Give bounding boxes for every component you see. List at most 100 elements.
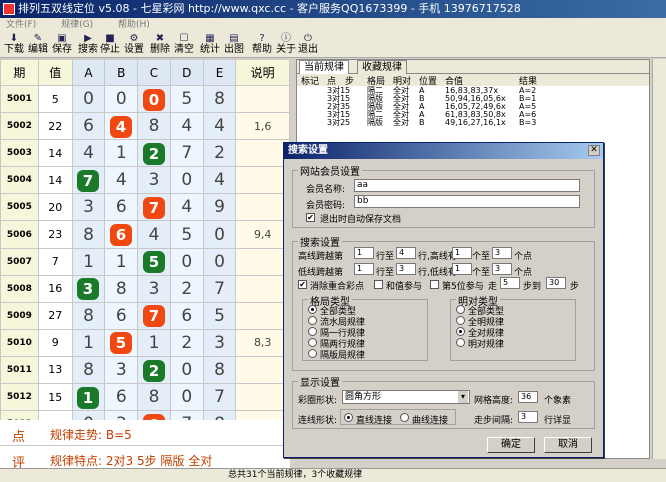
tab-favorite-rules[interactable]: 收藏规律: [357, 60, 407, 74]
digit-cell: 8: [137, 383, 171, 412]
toolbar-settings-button[interactable]: ⚙ 设置: [122, 33, 146, 57]
help-icon: ?: [259, 33, 265, 44]
highlight-ball: 7: [143, 305, 165, 328]
toolbar-chart-button[interactable]: ▤ 出图: [222, 33, 246, 57]
walk-to-label: 步到: [523, 282, 542, 292]
period-cell: 5004: [0, 166, 39, 195]
summary-key: 点: [12, 430, 26, 445]
toolbar-clear-button[interactable]: ☐ 清空: [172, 33, 196, 57]
rule-summary: 点规律走势: B=5 评规律特点: 2对3 5步 隔版 全对: [0, 420, 290, 472]
search-spinner[interactable]: 1: [452, 263, 472, 275]
toolbar-search-button[interactable]: ▶ 搜索: [76, 33, 100, 57]
stats-icon: ▦: [205, 33, 215, 44]
menu-file[interactable]: 文件(F): [6, 18, 36, 32]
close-icon[interactable]: ✕: [588, 145, 600, 156]
sum-label: 和值参与: [386, 282, 423, 292]
digit-cell: 4: [169, 112, 204, 141]
member-password-input[interactable]: bb: [354, 195, 580, 208]
rule-cell: 3对2: [327, 118, 346, 127]
digit-cell: 8: [137, 112, 171, 141]
mingdui-radio[interactable]: [456, 316, 465, 325]
member-name-input[interactable]: aa: [354, 179, 580, 192]
stop-icon: ■: [105, 33, 115, 44]
sum-cell: 7: [37, 247, 73, 276]
chart-icon: ▤: [229, 33, 239, 44]
sum-cell: 9: [37, 328, 73, 357]
save-icon: ▣: [57, 33, 67, 44]
fifth-checkbox[interactable]: [430, 280, 439, 289]
note-cell: 8,3: [235, 328, 290, 357]
menu-help[interactable]: 帮助(H): [118, 18, 150, 32]
geju-radio[interactable]: [308, 338, 317, 347]
toolbar-label: 关于: [276, 44, 296, 55]
digit-cell: 8: [104, 274, 139, 303]
toolbar-save-button[interactable]: ▣ 保存: [50, 33, 74, 57]
geju-radio[interactable]: [308, 327, 317, 336]
search-spinner[interactable]: 1: [452, 247, 472, 259]
highlight-ball: 6: [110, 224, 132, 246]
menu-rules[interactable]: 规律(G): [61, 18, 93, 32]
member-name-label: 会员名称:: [306, 185, 346, 195]
sum-checkbox[interactable]: [374, 280, 383, 289]
mingdui-radio[interactable]: [456, 327, 465, 336]
digit-cell: 1: [104, 139, 139, 168]
sum-cell: 27: [37, 301, 73, 330]
table-row: 50081638327: [0, 274, 290, 303]
search-spinner[interactable]: 3: [396, 263, 416, 275]
curve-line-radio[interactable]: [400, 413, 409, 422]
digit-cell: 5: [169, 84, 204, 114]
toolbar-help-button[interactable]: ? 帮助: [250, 33, 274, 57]
exit-icon: ⏻: [304, 33, 312, 44]
note-cell: [235, 355, 290, 385]
grid-header-7: 说明: [235, 59, 290, 86]
mingdui-radio[interactable]: [456, 338, 465, 347]
rule-cell: B=3: [519, 118, 537, 127]
ok-button[interactable]: 确定: [487, 437, 535, 453]
step-detail-label: 行详显: [544, 416, 572, 426]
walk-from-spinner[interactable]: 5: [500, 277, 520, 289]
straight-line-radio[interactable]: [344, 413, 353, 422]
cancel-button[interactable]: 取消: [544, 437, 592, 453]
digit-cell: 5: [202, 301, 237, 330]
dialog-title: 搜索设置: [284, 143, 603, 159]
search-spinner[interactable]: 1: [354, 247, 374, 259]
toolbar-stats-button[interactable]: ▦ 统计: [198, 33, 222, 57]
highlight-ball: 7: [77, 169, 99, 192]
walk-to-spinner[interactable]: 30: [546, 277, 566, 289]
search-label: 低线跨越第: [298, 268, 344, 278]
toolbar-edit-button[interactable]: ✎ 编辑: [26, 33, 50, 57]
search-spinner[interactable]: 4: [396, 247, 416, 259]
toolbar-label: 帮助: [252, 44, 272, 55]
grid-header-5: D: [169, 59, 204, 86]
scrollbar[interactable]: [652, 59, 666, 459]
search-spinner[interactable]: 1: [354, 263, 374, 275]
grid-height-spinner[interactable]: 36: [518, 391, 538, 403]
toolbar-download-button[interactable]: ⬇ 下载: [2, 33, 26, 57]
digit-cell: 8: [71, 220, 106, 249]
digit-cell: 2: [169, 274, 204, 303]
autosave-checkbox[interactable]: ✔: [306, 213, 315, 222]
sum-cell: 23: [37, 220, 73, 249]
shape-select[interactable]: 圆角方形: [342, 390, 470, 404]
toolbar-about-button[interactable]: ⓘ 关于: [274, 33, 298, 57]
digit-cell: 4: [71, 139, 106, 168]
mingdui-radio[interactable]: [456, 305, 465, 314]
dedupe-checkbox[interactable]: ✔: [298, 280, 307, 289]
toolbar-exit-button[interactable]: ⏻ 退出: [296, 33, 320, 57]
digit-cell: 7: [169, 139, 204, 168]
tab-current-rules[interactable]: 当前规律: [299, 60, 349, 74]
geju-radio[interactable]: [308, 349, 317, 358]
digit-cell: 3: [137, 166, 171, 195]
step-interval-spinner[interactable]: 3: [518, 411, 538, 423]
geju-radio[interactable]: [308, 305, 317, 314]
search-spinner[interactable]: 3: [492, 247, 512, 259]
display-legend: 显示设置: [298, 374, 342, 389]
geju-radio[interactable]: [308, 316, 317, 325]
note-cell: [235, 247, 290, 276]
search-spinner[interactable]: 3: [492, 263, 512, 275]
toolbar-stop-button[interactable]: ■ 停止: [98, 33, 122, 57]
table-row: 500222648441,6: [0, 112, 290, 141]
member-legend: 网站会员设置: [298, 163, 362, 178]
toolbar-delete-button[interactable]: ✖ 删除: [148, 33, 172, 57]
rule-list-item[interactable]: 3对2 5 隔版 全对 B 49,16,27,16,1x B=3: [297, 119, 649, 127]
